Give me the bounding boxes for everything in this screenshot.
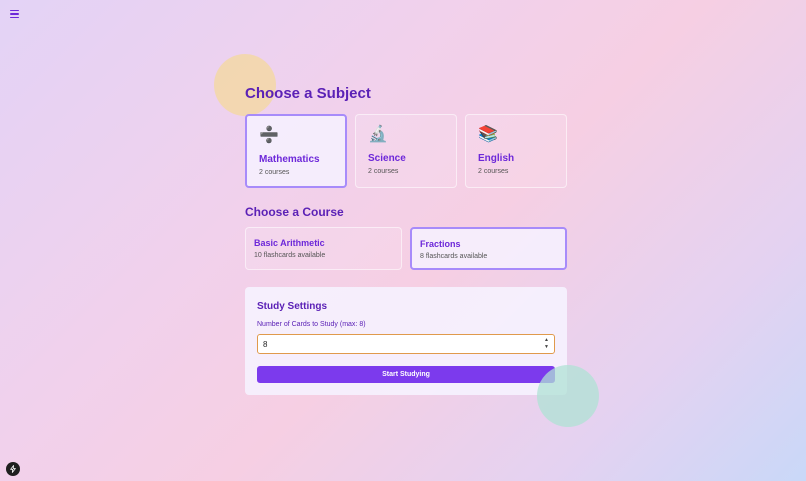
subject-card-science[interactable]: 🔬 Science 2 courses [355, 114, 457, 188]
microscope-icon: 🔬 [368, 126, 388, 143]
course-card-fractions[interactable]: Fractions 8 flashcards available [410, 227, 567, 270]
stepper-down-icon[interactable]: ▼ [544, 345, 549, 350]
card-count-value: 8 [263, 340, 268, 349]
subject-course-count: 2 courses [259, 169, 290, 176]
subject-card-mathematics[interactable]: ➗ Mathematics 2 courses [245, 114, 347, 188]
course-flashcard-count: 10 flashcards available [254, 252, 326, 259]
study-settings-title: Study Settings [257, 301, 328, 312]
subject-course-count: 2 courses [368, 168, 399, 175]
decorative-green-circle [537, 365, 599, 427]
subject-card-english[interactable]: 📚 English 2 courses [465, 114, 567, 188]
course-name: Fractions [420, 239, 461, 249]
study-settings-panel: Study Settings Number of Cards to Study … [245, 287, 567, 395]
choose-course-heading: Choose a Course [245, 205, 344, 219]
subject-course-count: 2 courses [478, 168, 509, 175]
start-studying-button[interactable]: Start Studying [257, 366, 555, 383]
course-flashcard-count: 8 flashcards available [420, 253, 488, 260]
card-count-input[interactable]: 8 ▲ ▼ [257, 334, 555, 354]
stepper-up-icon[interactable]: ▲ [544, 338, 549, 343]
bolt-icon[interactable] [6, 462, 20, 476]
number-stepper[interactable]: ▲ ▼ [543, 338, 550, 350]
course-name: Basic Arithmetic [254, 238, 325, 248]
course-card-basic-arithmetic[interactable]: Basic Arithmetic 10 flashcards available [245, 227, 402, 270]
division-icon: ➗ [259, 127, 279, 144]
subject-name: Science [368, 153, 406, 164]
card-count-label: Number of Cards to Study (max: 8) [257, 321, 366, 328]
subject-name: Mathematics [259, 154, 320, 165]
choose-subject-heading: Choose a Subject [245, 85, 371, 102]
subject-name: English [478, 153, 515, 164]
books-icon: 📚 [478, 126, 498, 143]
menu-icon[interactable] [8, 7, 22, 21]
